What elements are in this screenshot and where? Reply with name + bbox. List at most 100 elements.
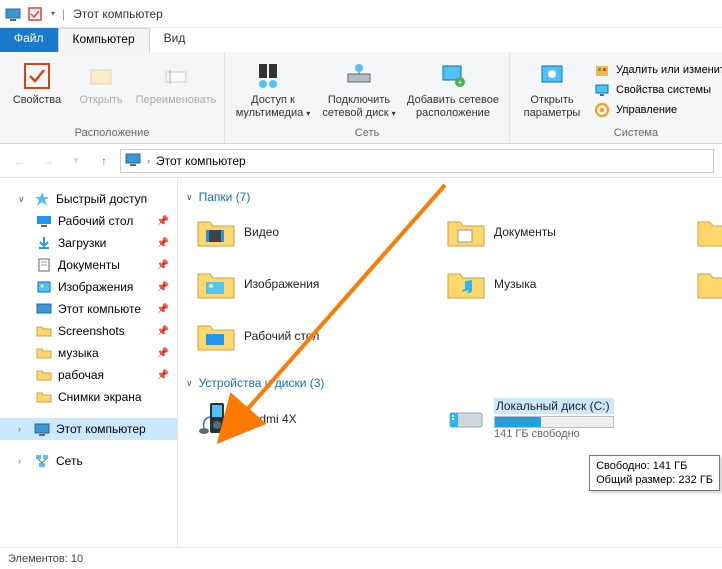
chevron-down-icon: ∨ (186, 378, 193, 389)
chevron-down-icon: ∨ (186, 192, 193, 203)
folder-icon (36, 367, 52, 383)
pin-icon: 📌 (157, 216, 169, 227)
forward-button[interactable]: → (36, 149, 60, 173)
open-button[interactable]: Открыть (70, 58, 132, 109)
nav-quick-access[interactable]: ∨ Быстрый доступ (0, 188, 177, 210)
desktop-folder-icon (196, 316, 236, 356)
network-icon (34, 453, 50, 469)
qat-dropdown-icon[interactable]: ▾ (48, 5, 58, 23)
nav-this-pc[interactable]: › Этот компьютер (0, 418, 177, 440)
nav-desktop[interactable]: Рабочий стол📌 (0, 210, 177, 232)
tab-file[interactable]: Файл (0, 28, 58, 52)
group-label-system: Система (516, 125, 722, 141)
add-network-icon: + (437, 60, 469, 92)
pin-icon: 📌 (157, 370, 169, 381)
section-devices: ∨ Устройства и диски (3) Redmi 4X Локаль… (186, 372, 722, 444)
up-button[interactable]: ↑ (92, 149, 116, 173)
svg-text:+: + (458, 78, 463, 87)
disk-icon (446, 399, 486, 439)
nav-pictures[interactable]: Изображения📌 (0, 276, 177, 298)
window-title: Этот компьютер (73, 7, 163, 21)
nav-music[interactable]: музыка📌 (0, 342, 177, 364)
rename-icon (160, 60, 192, 92)
folder-desktop[interactable]: Рабочий стол (192, 312, 442, 360)
open-settings-button[interactable]: Открыть параметры (516, 58, 588, 122)
uninstall-button[interactable]: Удалить или изменить про (590, 60, 722, 80)
tab-computer[interactable]: Компьютер (58, 28, 150, 52)
music-folder-icon (446, 264, 486, 304)
star-icon (34, 191, 50, 207)
folder-music[interactable]: Музыка (442, 260, 692, 308)
pin-icon: 📌 (157, 282, 169, 293)
qat-properties-icon[interactable] (26, 5, 44, 23)
rename-button[interactable]: Переименовать (134, 58, 218, 109)
device-redmi[interactable]: Redmi 4X (192, 394, 442, 444)
address-bar: ← → ▾ ↑ › Этот компьютер (0, 144, 722, 178)
back-button[interactable]: ← (8, 149, 32, 173)
pin-icon: 📌 (157, 238, 169, 249)
content-pane: ∨ Папки (7) Видео Документы Изображения (178, 178, 722, 548)
network-drive-icon (343, 60, 375, 92)
recent-button[interactable]: ▾ (64, 149, 88, 173)
nav-snips[interactable]: Снимки экрана (0, 386, 177, 408)
nav-downloads[interactable]: Загрузки📌 (0, 232, 177, 254)
disk-tooltip: Свободно: 141 ГБ Общий размер: 232 ГБ (589, 455, 720, 491)
body: ∨ Быстрый доступ Рабочий стол📌 Загрузки📌… (0, 178, 722, 548)
address-path[interactable]: › Этот компьютер (120, 149, 714, 173)
nav-screenshots[interactable]: Screenshots📌 (0, 320, 177, 342)
folder-pictures[interactable]: Изображения (192, 260, 442, 308)
desktop-icon (36, 213, 52, 229)
ribbon-group-network: Доступ к мультимедиа ▾ Подключить сетево… (225, 52, 510, 143)
section-folders: ∨ Папки (7) Видео Документы Изображения (186, 186, 722, 360)
expand-icon[interactable]: › (18, 456, 28, 466)
expand-icon[interactable]: › (18, 424, 28, 434)
folder-videos[interactable]: Видео (192, 208, 442, 256)
documents-icon (36, 257, 52, 273)
folder-documents[interactable]: Документы (442, 208, 692, 256)
nav-documents[interactable]: Документы📌 (0, 254, 177, 276)
titlebar: ▾ | Этот компьютер (0, 0, 722, 28)
manage-button[interactable]: Управление (590, 100, 722, 120)
system-properties-button[interactable]: Свойства системы (590, 80, 722, 100)
pictures-icon (36, 279, 52, 295)
address-text: Этот компьютер (156, 154, 246, 168)
documents-folder-icon (446, 212, 486, 252)
section-header-devices[interactable]: ∨ Устройства и диски (3) (186, 372, 722, 394)
folder-cutoff-1[interactable] (692, 208, 722, 256)
media-icon (257, 60, 289, 92)
properties-button[interactable]: Свойства (6, 58, 68, 109)
pin-icon: 📌 (157, 260, 169, 271)
navigation-pane: ∨ Быстрый доступ Рабочий стол📌 Загрузки📌… (0, 178, 178, 548)
status-bar: Элементов: 10 (0, 547, 722, 569)
pin-icon: 📌 (157, 304, 169, 315)
system-props-icon (594, 82, 610, 98)
folder-cutoff-2[interactable] (692, 260, 722, 308)
section-header-folders[interactable]: ∨ Папки (7) (186, 186, 722, 208)
media-access-button[interactable]: Доступ к мультимедиа ▾ (231, 58, 315, 122)
folder-icon (36, 345, 52, 361)
nav-network[interactable]: › Сеть (0, 450, 177, 472)
folder-icon (36, 323, 52, 339)
nav-work[interactable]: рабочая📌 (0, 364, 177, 386)
folder-icon (696, 264, 722, 304)
uninstall-icon (594, 62, 610, 78)
media-player-icon (196, 399, 236, 439)
settings-icon (536, 60, 568, 92)
videos-folder-icon (196, 212, 236, 252)
folder-icon (696, 212, 722, 252)
add-network-button[interactable]: + Добавить сетевое расположение (403, 58, 503, 122)
open-icon (85, 60, 117, 92)
group-label-network: Сеть (231, 125, 503, 141)
chevron-right-icon[interactable]: › (147, 156, 150, 166)
pc-icon (34, 421, 50, 437)
tab-view[interactable]: Вид (150, 28, 200, 52)
pc-icon (36, 301, 52, 317)
manage-icon (594, 102, 610, 118)
drive-usage-bar (494, 416, 614, 428)
pin-icon: 📌 (157, 348, 169, 359)
device-local-disk[interactable]: Локальный диск (C:) 141 ГБ свободно (442, 394, 692, 444)
nav-thispc-sub[interactable]: Этот компьюте📌 (0, 298, 177, 320)
map-drive-button[interactable]: Подключить сетевой диск ▾ (317, 58, 401, 122)
item-count: Элементов: 10 (8, 553, 83, 565)
expand-icon[interactable]: ∨ (18, 194, 28, 205)
